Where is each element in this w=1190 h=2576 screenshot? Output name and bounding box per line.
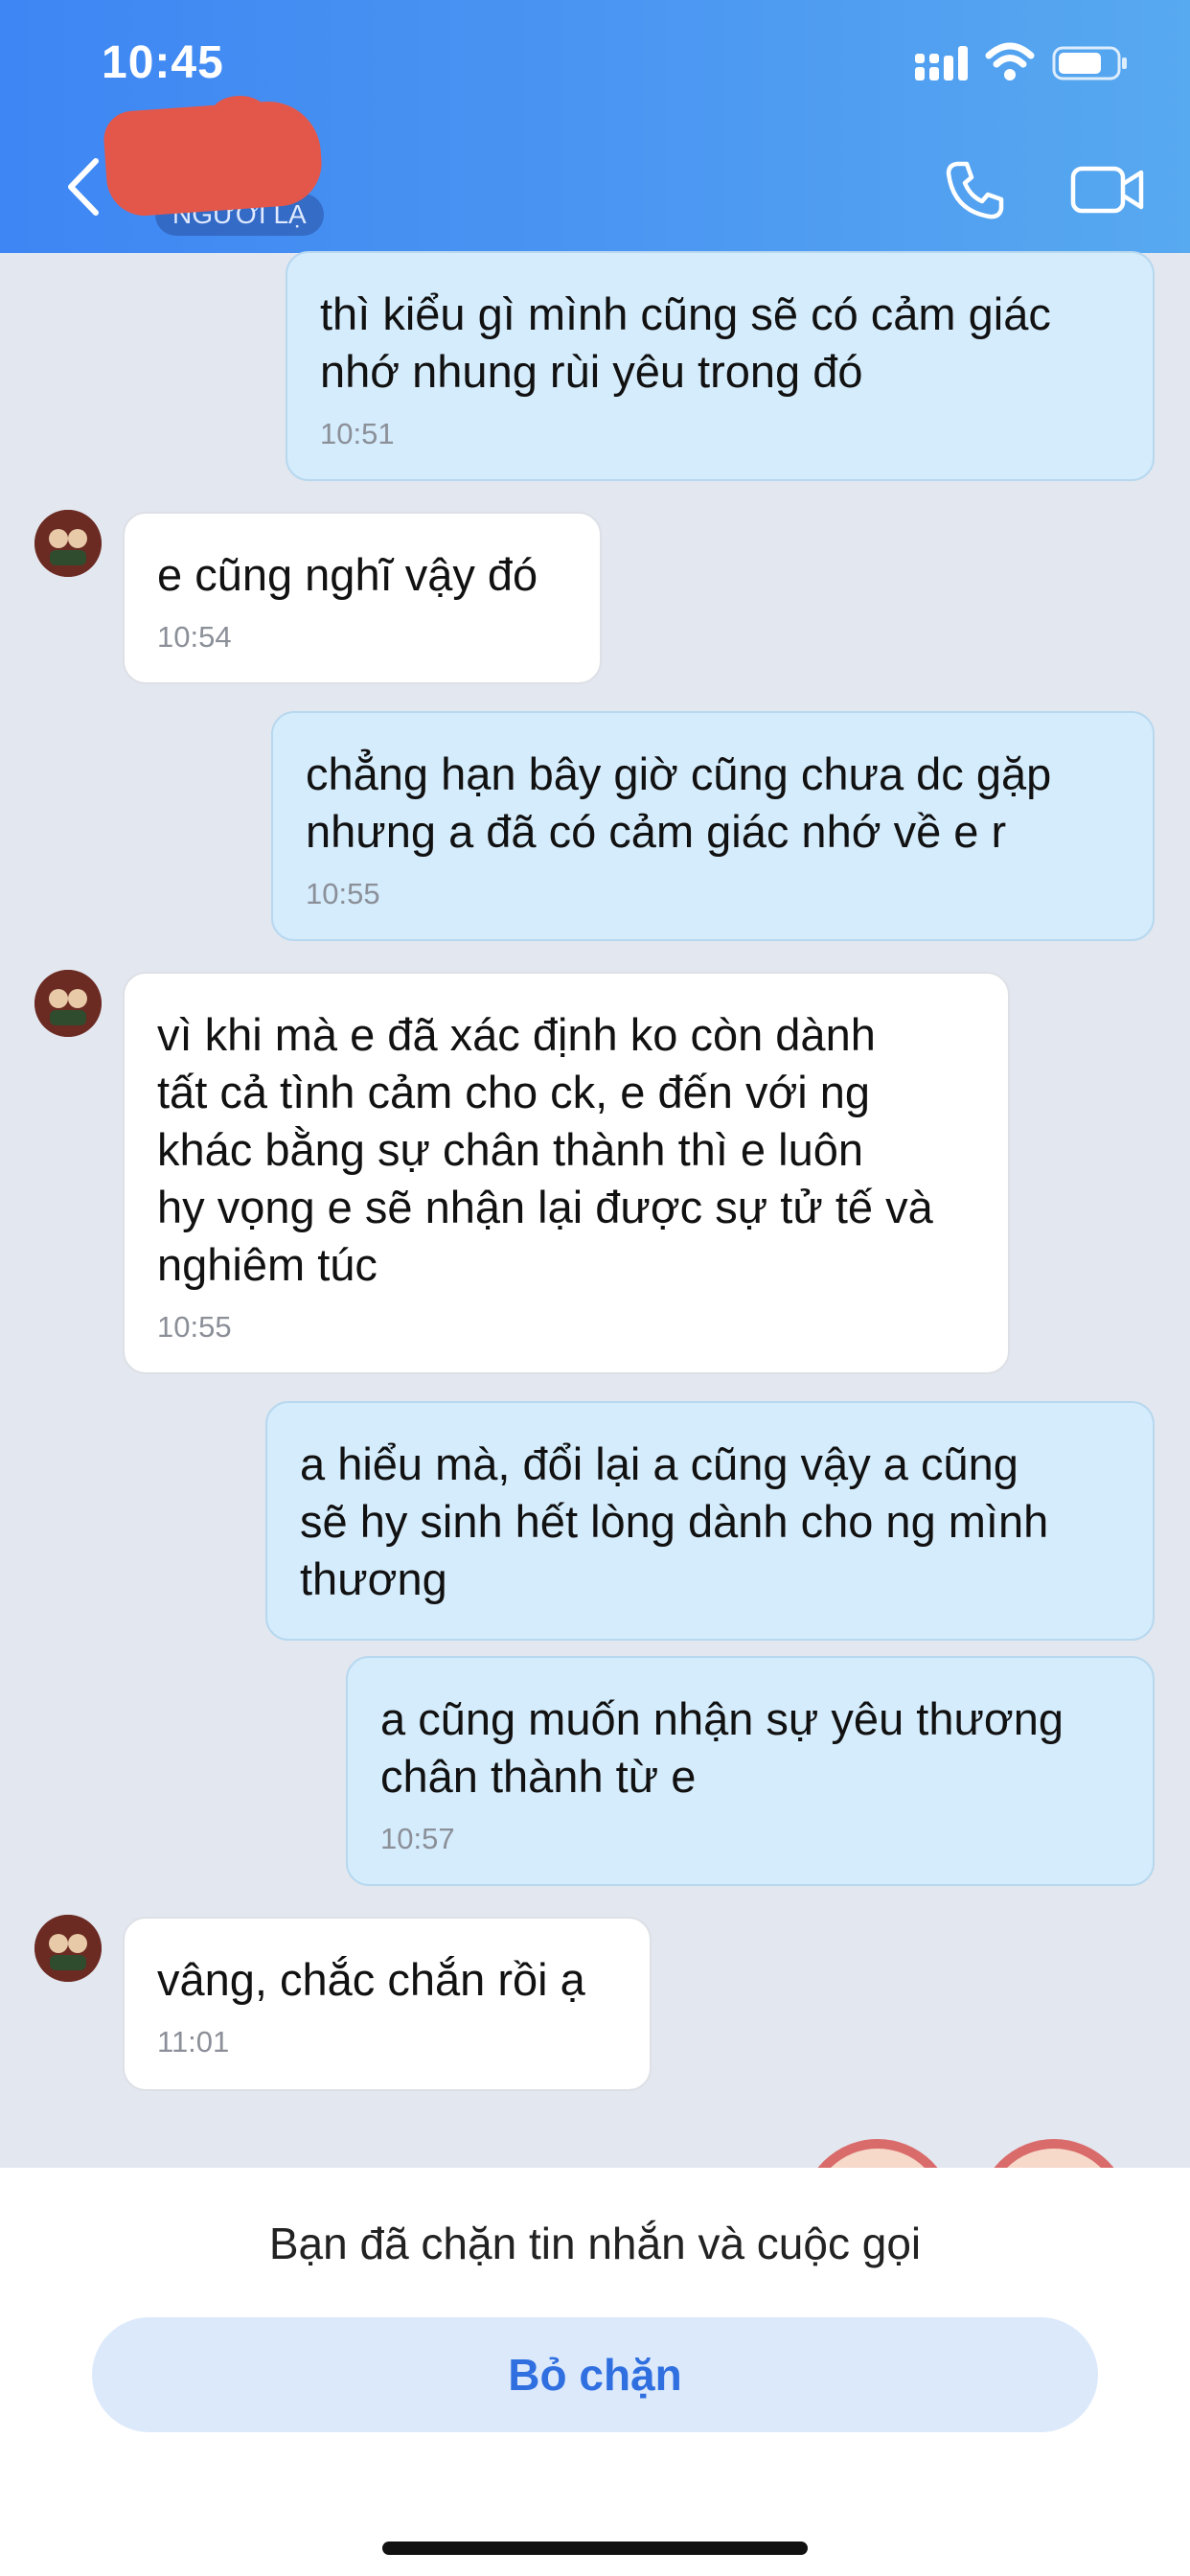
message-time: 10:51 — [320, 417, 395, 450]
blocked-panel: Bạn đã chặn tin nhắn và cuộc gọi Bỏ chặn — [0, 2168, 1190, 2576]
message-text: a cũng muốn nhận sự yêu thương chân thàn… — [380, 1693, 1064, 1802]
message-text: e cũng nghĩ vậy đó — [157, 549, 538, 600]
wifi-icon — [985, 42, 1035, 80]
message-bubble-incoming[interactable]: e cũng nghĩ vậy đó 10:54 — [123, 512, 602, 684]
message-bubble-outgoing[interactable]: chẳng hạn bây giờ cũng chưa dc gặp nhưng… — [271, 711, 1155, 941]
message-time: 11:01 — [157, 2025, 230, 2058]
phone-icon[interactable] — [944, 158, 1007, 221]
contact-avatar[interactable] — [34, 1915, 102, 1982]
message-bubble-incoming[interactable]: vì khi mà e đã xác định ko còn dành tất … — [123, 972, 1010, 1374]
contact-avatar[interactable] — [34, 970, 102, 1037]
message-bubble-incoming[interactable]: vâng, chắc chắn rồi ạ 11:01 — [123, 1917, 652, 2091]
message-text: thì kiểu gì mình cũng sẽ có cảm giác nhớ… — [320, 288, 1051, 397]
chat-header: 10:45 NGƯỜI LẠ — [0, 0, 1190, 253]
message-bubble-outgoing[interactable]: a hiểu mà, đổi lại a cũng vậy a cũng sẽ … — [265, 1401, 1155, 1641]
message-bubble-outgoing[interactable]: a cũng muốn nhận sự yêu thương chân thàn… — [346, 1656, 1155, 1886]
blocked-notice: Bạn đã chặn tin nhắn và cuộc gọi — [268, 2219, 922, 2268]
battery-icon — [1052, 46, 1127, 80]
message-time: 10:57 — [380, 1822, 455, 1855]
message-text: vâng, chắc chắn rồi ạ — [157, 1954, 585, 2005]
redaction-mark — [211, 96, 268, 134]
contact-name-redacted[interactable]: NGƯỜI LẠ — [102, 96, 355, 240]
message-time: 10:55 — [306, 877, 380, 910]
unblock-button[interactable]: Bỏ chặn — [92, 2317, 1098, 2432]
status-time: 10:45 — [102, 37, 224, 88]
contact-avatar[interactable] — [34, 510, 102, 577]
video-camera-icon[interactable] — [1070, 161, 1145, 218]
message-time: 10:55 — [157, 1310, 232, 1344]
message-text: a hiểu mà, đổi lại a cũng vậy a cũng sẽ … — [300, 1438, 1049, 1604]
message-bubble-outgoing[interactable]: thì kiểu gì mình cũng sẽ có cảm giác nhớ… — [286, 251, 1155, 481]
message-time: 10:54 — [157, 620, 232, 654]
message-text: vì khi mà e đã xác định ko còn dành tất … — [157, 1009, 933, 1290]
back-icon[interactable] — [59, 153, 107, 220]
home-indicator[interactable] — [382, 2542, 808, 2555]
cellular-signal-icon — [915, 46, 968, 80]
message-text: chẳng hạn bây giờ cũng chưa dc gặp nhưng… — [306, 748, 1052, 857]
